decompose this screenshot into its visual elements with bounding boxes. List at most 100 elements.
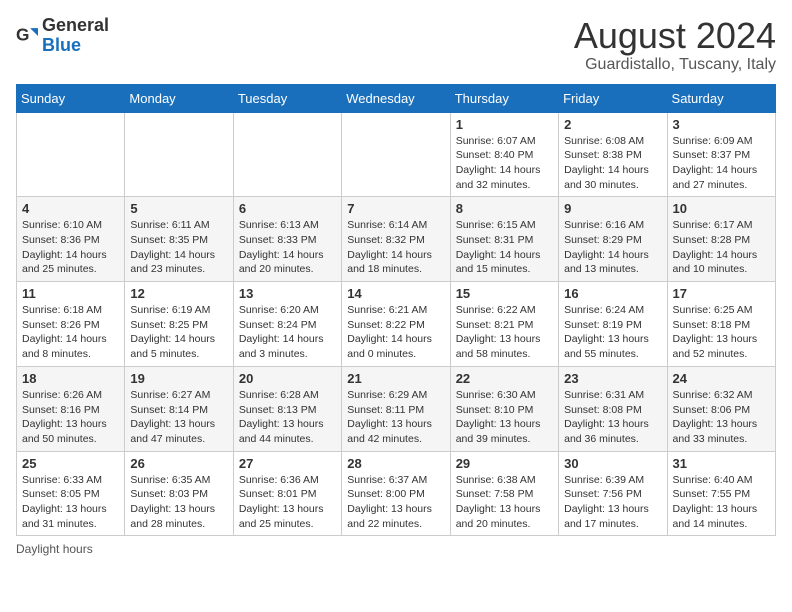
- calendar-cell: 11Sunrise: 6:18 AMSunset: 8:26 PMDayligh…: [17, 282, 125, 367]
- calendar-cell: 7Sunrise: 6:14 AMSunset: 8:32 PMDaylight…: [342, 197, 450, 282]
- week-row-5: 25 Sunrise: 6:33 AMSunset: 8:05 PMDayligh…: [17, 451, 776, 536]
- calendar-cell: 12 Sunrise: 6:19 AMSunset: 8:25 PMDayligh…: [125, 282, 233, 367]
- day-number: 19: [130, 371, 227, 386]
- day-info: Sunrise: 6:22 AMSunset: 8:21 PMDaylight:…: [456, 303, 553, 362]
- day-info: Sunrise: 6:32 AMSunset: 8:06 PMDaylight:…: [673, 388, 770, 447]
- header-friday: Friday: [559, 84, 667, 112]
- calendar-cell: 19 Sunrise: 6:27 AMSunset: 8:14 PMDayligh…: [125, 366, 233, 451]
- day-info: Sunrise: 6:16 AMSunset: 8:29 PMDaylight:…: [564, 218, 661, 277]
- day-info: Sunrise: 6:25 AMSunset: 8:18 PMDaylight:…: [673, 303, 770, 362]
- day-number: 14: [347, 286, 444, 301]
- day-info: Sunrise: 6:17 AMSunset: 8:28 PMDaylight:…: [673, 218, 770, 277]
- calendar-header-row: SundayMondayTuesdayWednesdayThursdayFrid…: [17, 84, 776, 112]
- day-number: 29: [456, 456, 553, 471]
- calendar-cell: 30 Sunrise: 6:39 AMSunset: 7:56 PMDayligh…: [559, 451, 667, 536]
- day-number: 16: [564, 286, 661, 301]
- calendar-cell: 4 Sunrise: 6:10 AMSunset: 8:36 PMDaylight…: [17, 197, 125, 282]
- day-number: 24: [673, 371, 770, 386]
- calendar-cell: [233, 112, 341, 197]
- calendar-cell: 25 Sunrise: 6:33 AMSunset: 8:05 PMDayligh…: [17, 451, 125, 536]
- day-number: 22: [456, 371, 553, 386]
- day-info: Sunrise: 6:33 AMSunset: 8:05 PMDaylight:…: [22, 473, 119, 532]
- week-row-3: 11Sunrise: 6:18 AMSunset: 8:26 PMDayligh…: [17, 282, 776, 367]
- week-row-4: 18 Sunrise: 6:26 AMSunset: 8:16 PMDayligh…: [17, 366, 776, 451]
- calendar-cell: [342, 112, 450, 197]
- calendar-cell: 13Sunrise: 6:20 AMSunset: 8:24 PMDayligh…: [233, 282, 341, 367]
- day-number: 18: [22, 371, 119, 386]
- day-number: 11: [22, 286, 119, 301]
- calendar-cell: 27 Sunrise: 6:36 AMSunset: 8:01 PMDayligh…: [233, 451, 341, 536]
- day-number: 31: [673, 456, 770, 471]
- calendar-cell: 8 Sunrise: 6:15 AMSunset: 8:31 PMDaylight…: [450, 197, 558, 282]
- title-area: August 2024 Guardistallo, Tuscany, Italy: [574, 16, 776, 74]
- calendar-cell: 15 Sunrise: 6:22 AMSunset: 8:21 PMDayligh…: [450, 282, 558, 367]
- day-info: Sunrise: 6:30 AMSunset: 8:10 PMDaylight:…: [456, 388, 553, 447]
- day-number: 4: [22, 201, 119, 216]
- calendar-table: SundayMondayTuesdayWednesdayThursdayFrid…: [16, 84, 776, 537]
- day-info: Sunrise: 6:27 AMSunset: 8:14 PMDaylight:…: [130, 388, 227, 447]
- day-number: 28: [347, 456, 444, 471]
- day-number: 5: [130, 201, 227, 216]
- calendar-cell: 22 Sunrise: 6:30 AMSunset: 8:10 PMDayligh…: [450, 366, 558, 451]
- logo-icon: G: [16, 25, 38, 47]
- day-number: 6: [239, 201, 336, 216]
- header-sunday: Sunday: [17, 84, 125, 112]
- calendar-cell: 29 Sunrise: 6:38 AMSunset: 7:58 PMDayligh…: [450, 451, 558, 536]
- week-row-1: 1 Sunrise: 6:07 AMSunset: 8:40 PMDaylight…: [17, 112, 776, 197]
- header: G General Blue August 2024 Guardistallo,…: [16, 16, 776, 74]
- day-number: 21: [347, 371, 444, 386]
- calendar-cell: 31Sunrise: 6:40 AMSunset: 7:55 PMDayligh…: [667, 451, 775, 536]
- calendar-cell: 6 Sunrise: 6:13 AMSunset: 8:33 PMDaylight…: [233, 197, 341, 282]
- day-info: Sunrise: 6:15 AMSunset: 8:31 PMDaylight:…: [456, 218, 553, 277]
- day-info: Sunrise: 6:19 AMSunset: 8:25 PMDaylight:…: [130, 303, 227, 362]
- svg-text:G: G: [16, 25, 29, 45]
- page-subtitle: Guardistallo, Tuscany, Italy: [574, 56, 776, 74]
- day-number: 27: [239, 456, 336, 471]
- calendar-cell: [17, 112, 125, 197]
- calendar-cell: 17 Sunrise: 6:25 AMSunset: 8:18 PMDayligh…: [667, 282, 775, 367]
- day-info: Sunrise: 6:13 AMSunset: 8:33 PMDaylight:…: [239, 218, 336, 277]
- day-info: Sunrise: 6:08 AMSunset: 8:38 PMDaylight:…: [564, 134, 661, 193]
- week-row-2: 4 Sunrise: 6:10 AMSunset: 8:36 PMDaylight…: [17, 197, 776, 282]
- logo: G General Blue: [16, 16, 109, 56]
- footer-note: Daylight hours: [16, 542, 776, 556]
- day-info: Sunrise: 6:21 AMSunset: 8:22 PMDaylight:…: [347, 303, 444, 362]
- day-number: 1: [456, 117, 553, 132]
- calendar-cell: 10 Sunrise: 6:17 AMSunset: 8:28 PMDayligh…: [667, 197, 775, 282]
- day-number: 30: [564, 456, 661, 471]
- day-info: Sunrise: 6:29 AMSunset: 8:11 PMDaylight:…: [347, 388, 444, 447]
- day-number: 3: [673, 117, 770, 132]
- calendar-cell: 23Sunrise: 6:31 AMSunset: 8:08 PMDayligh…: [559, 366, 667, 451]
- calendar-cell: 20 Sunrise: 6:28 AMSunset: 8:13 PMDayligh…: [233, 366, 341, 451]
- calendar-cell: 14 Sunrise: 6:21 AMSunset: 8:22 PMDayligh…: [342, 282, 450, 367]
- day-number: 25: [22, 456, 119, 471]
- day-info: Sunrise: 6:36 AMSunset: 8:01 PMDaylight:…: [239, 473, 336, 532]
- calendar-cell: 1 Sunrise: 6:07 AMSunset: 8:40 PMDaylight…: [450, 112, 558, 197]
- calendar-cell: [125, 112, 233, 197]
- day-info: Sunrise: 6:26 AMSunset: 8:16 PMDaylight:…: [22, 388, 119, 447]
- day-number: 8: [456, 201, 553, 216]
- day-info: Sunrise: 6:09 AMSunset: 8:37 PMDaylight:…: [673, 134, 770, 193]
- day-info: Sunrise: 6:07 AMSunset: 8:40 PMDaylight:…: [456, 134, 553, 193]
- day-info: Sunrise: 6:38 AMSunset: 7:58 PMDaylight:…: [456, 473, 553, 532]
- day-info: Sunrise: 6:39 AMSunset: 7:56 PMDaylight:…: [564, 473, 661, 532]
- day-number: 26: [130, 456, 227, 471]
- day-number: 20: [239, 371, 336, 386]
- day-info: Sunrise: 6:20 AMSunset: 8:24 PMDaylight:…: [239, 303, 336, 362]
- page-title: August 2024: [574, 16, 776, 56]
- day-number: 12: [130, 286, 227, 301]
- day-info: Sunrise: 6:14 AMSunset: 8:32 PMDaylight:…: [347, 218, 444, 277]
- day-info: Sunrise: 6:37 AMSunset: 8:00 PMDaylight:…: [347, 473, 444, 532]
- day-number: 10: [673, 201, 770, 216]
- calendar-cell: 5Sunrise: 6:11 AMSunset: 8:35 PMDaylight…: [125, 197, 233, 282]
- day-info: Sunrise: 6:35 AMSunset: 8:03 PMDaylight:…: [130, 473, 227, 532]
- day-number: 2: [564, 117, 661, 132]
- logo-general: General: [42, 15, 109, 35]
- calendar-cell: 21 Sunrise: 6:29 AMSunset: 8:11 PMDayligh…: [342, 366, 450, 451]
- day-info: Sunrise: 6:10 AMSunset: 8:36 PMDaylight:…: [22, 218, 119, 277]
- header-wednesday: Wednesday: [342, 84, 450, 112]
- day-info: Sunrise: 6:28 AMSunset: 8:13 PMDaylight:…: [239, 388, 336, 447]
- day-number: 17: [673, 286, 770, 301]
- day-number: 15: [456, 286, 553, 301]
- calendar-cell: 3 Sunrise: 6:09 AMSunset: 8:37 PMDaylight…: [667, 112, 775, 197]
